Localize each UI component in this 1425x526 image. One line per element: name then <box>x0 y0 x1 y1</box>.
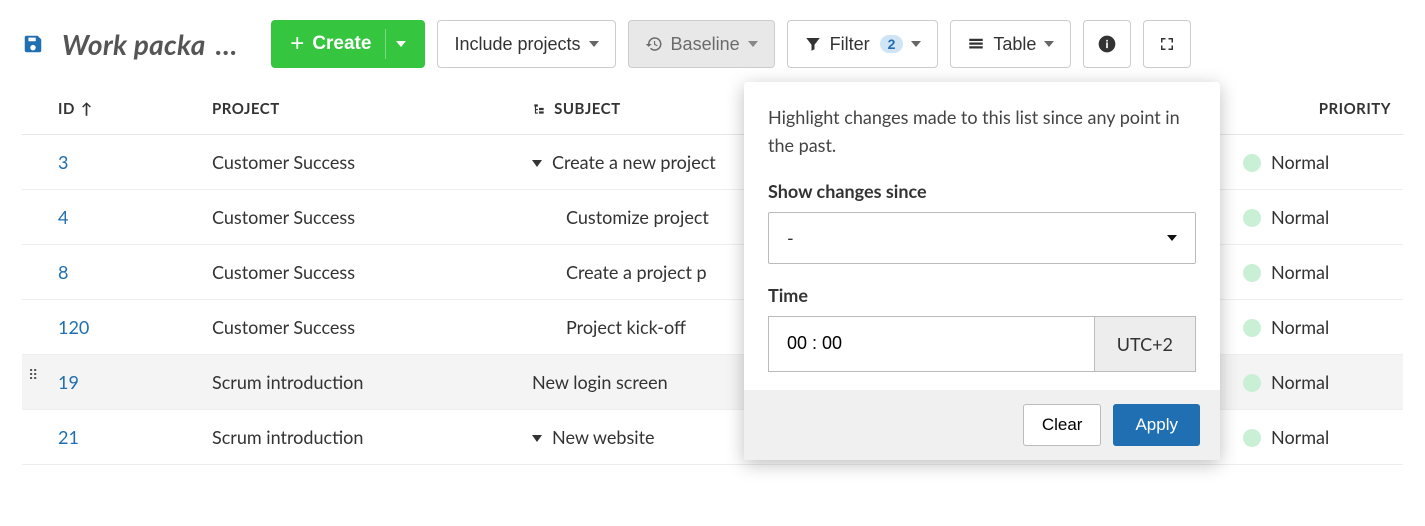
page-title-ellipsis: … <box>216 27 240 61</box>
priority-text: Normal <box>1271 371 1329 393</box>
subject-text: Customize project <box>566 206 709 228</box>
baseline-label: Baseline <box>671 34 740 55</box>
priority-dot <box>1243 264 1261 282</box>
id-link[interactable]: 19 <box>58 371 79 393</box>
priority-dot <box>1243 209 1261 227</box>
cell-id: 21 <box>22 410 202 465</box>
table-container: ID↑ PROJECT SUBJECT PRIORITY 3Customer S… <box>0 82 1425 465</box>
cell-id: 120 <box>22 300 202 355</box>
since-value: - <box>787 227 794 249</box>
baseline-button[interactable]: Baseline <box>628 20 775 68</box>
col-id[interactable]: ID↑ <box>22 82 202 135</box>
create-label: Create <box>312 33 371 55</box>
cell-priority: Normal <box>1233 355 1403 410</box>
priority-text: Normal <box>1271 151 1329 173</box>
chevron-down-icon <box>589 41 599 47</box>
chevron-down-icon <box>748 41 758 47</box>
id-link[interactable]: 21 <box>58 426 79 448</box>
cell-priority: Normal <box>1233 245 1403 300</box>
view-mode-button[interactable]: Table <box>950 20 1071 68</box>
col-priority[interactable]: PRIORITY <box>1233 82 1403 135</box>
subject-text: New website <box>552 426 655 448</box>
id-link[interactable]: 120 <box>58 316 89 338</box>
cell-id: 3 <box>22 135 202 190</box>
cell-id: ⠿ 19 <box>22 355 202 410</box>
priority-text: Normal <box>1271 261 1329 283</box>
include-projects-label: Include projects <box>454 34 580 55</box>
baseline-popover: Highlight changes made to this list sinc… <box>744 82 1220 460</box>
save-icon[interactable] <box>22 33 44 55</box>
id-link[interactable]: 8 <box>58 261 68 283</box>
drag-handle-icon[interactable]: ⠿ <box>28 371 40 379</box>
timezone-box: UTC+2 <box>1094 316 1196 372</box>
history-icon <box>645 35 663 53</box>
info-icon <box>1097 34 1117 54</box>
time-label: Time <box>768 284 1196 306</box>
cell-id: 8 <box>22 245 202 300</box>
since-select[interactable]: - <box>768 212 1196 264</box>
cell-project: Scrum introduction <box>202 355 522 410</box>
sort-asc-icon: ↑ <box>81 100 93 118</box>
priority-text: Normal <box>1271 206 1329 228</box>
expand-icon[interactable] <box>532 160 542 167</box>
chevron-down-icon <box>911 41 921 47</box>
cell-id: 4 <box>22 190 202 245</box>
toolbar: Work packa … + Create Include projects Ba… <box>0 0 1425 82</box>
popover-description: Highlight changes made to this list sinc… <box>768 104 1196 160</box>
create-button[interactable]: + Create <box>271 20 425 68</box>
page-title: Work packa … <box>62 27 239 61</box>
chevron-down-icon[interactable] <box>396 41 406 47</box>
cell-project: Scrum introduction <box>202 410 522 465</box>
hierarchy-icon <box>532 102 546 116</box>
include-projects-button[interactable]: Include projects <box>437 20 615 68</box>
priority-dot <box>1243 319 1261 337</box>
chevron-down-icon <box>1044 41 1054 47</box>
cell-priority: Normal <box>1233 410 1403 465</box>
subject-text: Project kick-off <box>566 316 686 338</box>
page-title-text: Work packa <box>62 27 206 61</box>
view-mode-label: Table <box>993 34 1036 55</box>
cell-priority: Normal <box>1233 135 1403 190</box>
popover-footer: Clear Apply <box>744 390 1220 460</box>
create-divider <box>385 29 386 59</box>
cell-priority: Normal <box>1233 190 1403 245</box>
subject-text: Create a new project <box>552 151 716 173</box>
cell-project: Customer Success <box>202 135 522 190</box>
priority-text: Normal <box>1271 316 1329 338</box>
since-label: Show changes since <box>768 180 1196 202</box>
apply-button[interactable]: Apply <box>1113 404 1200 446</box>
info-button[interactable] <box>1083 20 1131 68</box>
id-link[interactable]: 3 <box>58 151 68 173</box>
filter-icon <box>804 35 822 53</box>
subject-text: New login screen <box>532 371 668 393</box>
priority-dot <box>1243 429 1261 447</box>
priority-dot <box>1243 154 1261 172</box>
cell-project: Customer Success <box>202 245 522 300</box>
time-input[interactable] <box>768 316 1094 372</box>
id-link[interactable]: 4 <box>58 206 68 228</box>
filter-button[interactable]: Filter 2 <box>787 20 939 68</box>
filter-count-badge: 2 <box>880 35 904 53</box>
fullscreen-button[interactable] <box>1143 20 1191 68</box>
table-icon <box>967 35 985 53</box>
subject-text: Create a project p <box>566 261 707 283</box>
clear-button[interactable]: Clear <box>1023 404 1102 446</box>
expand-icon[interactable] <box>532 435 542 442</box>
chevron-down-icon <box>1167 235 1177 241</box>
col-project[interactable]: PROJECT <box>202 82 522 135</box>
priority-text: Normal <box>1271 426 1329 448</box>
filter-label: Filter <box>830 34 870 55</box>
cell-project: Customer Success <box>202 190 522 245</box>
plus-icon: + <box>290 30 304 58</box>
cell-project: Customer Success <box>202 300 522 355</box>
fullscreen-icon <box>1158 35 1176 53</box>
priority-dot <box>1243 374 1261 392</box>
cell-priority: Normal <box>1233 300 1403 355</box>
